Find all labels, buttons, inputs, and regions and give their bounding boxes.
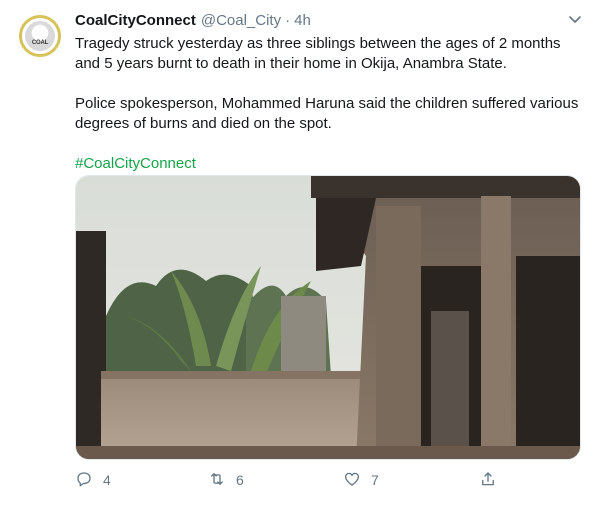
author-name[interactable]: CoalCityConnect (75, 12, 196, 29)
share-icon (479, 470, 497, 491)
retweet-icon (208, 470, 226, 491)
retweet-count: 6 (236, 472, 244, 488)
tweet-photo[interactable] (75, 175, 581, 460)
tweet-text: Tragedy struck yesterday as three siblin… (75, 34, 580, 174)
reply-button[interactable]: 4 (75, 468, 111, 492)
like-button[interactable]: 7 (343, 468, 379, 492)
retweet-button[interactable]: 6 (208, 468, 244, 492)
separator: · (285, 11, 291, 29)
tweet-actions: 4 6 7 (75, 468, 580, 492)
avatar[interactable]: COAL (19, 15, 61, 57)
chevron-down-icon[interactable] (568, 12, 582, 26)
hashtag-link[interactable]: #CoalCityConnect (75, 155, 196, 172)
tweet-paragraph: Police spokesperson, Mohammed Haruna sai… (75, 95, 579, 132)
avatar-logo-text: COAL (31, 40, 49, 46)
reply-icon (75, 470, 93, 491)
tweet-header: CoalCityConnect @Coal_City · 4h (75, 10, 311, 30)
tweet[interactable]: COAL CoalCityConnect @Coal_City · 4h Tra… (0, 0, 598, 507)
avatar-logo (25, 21, 55, 51)
share-button[interactable] (479, 468, 497, 492)
reply-count: 4 (103, 472, 111, 488)
tweet-time[interactable]: 4h (294, 12, 311, 29)
tweet-paragraph: Tragedy struck yesterday as three siblin… (75, 35, 561, 72)
author-handle[interactable]: @Coal_City (201, 12, 281, 29)
like-icon (343, 470, 361, 491)
like-count: 7 (371, 472, 379, 488)
